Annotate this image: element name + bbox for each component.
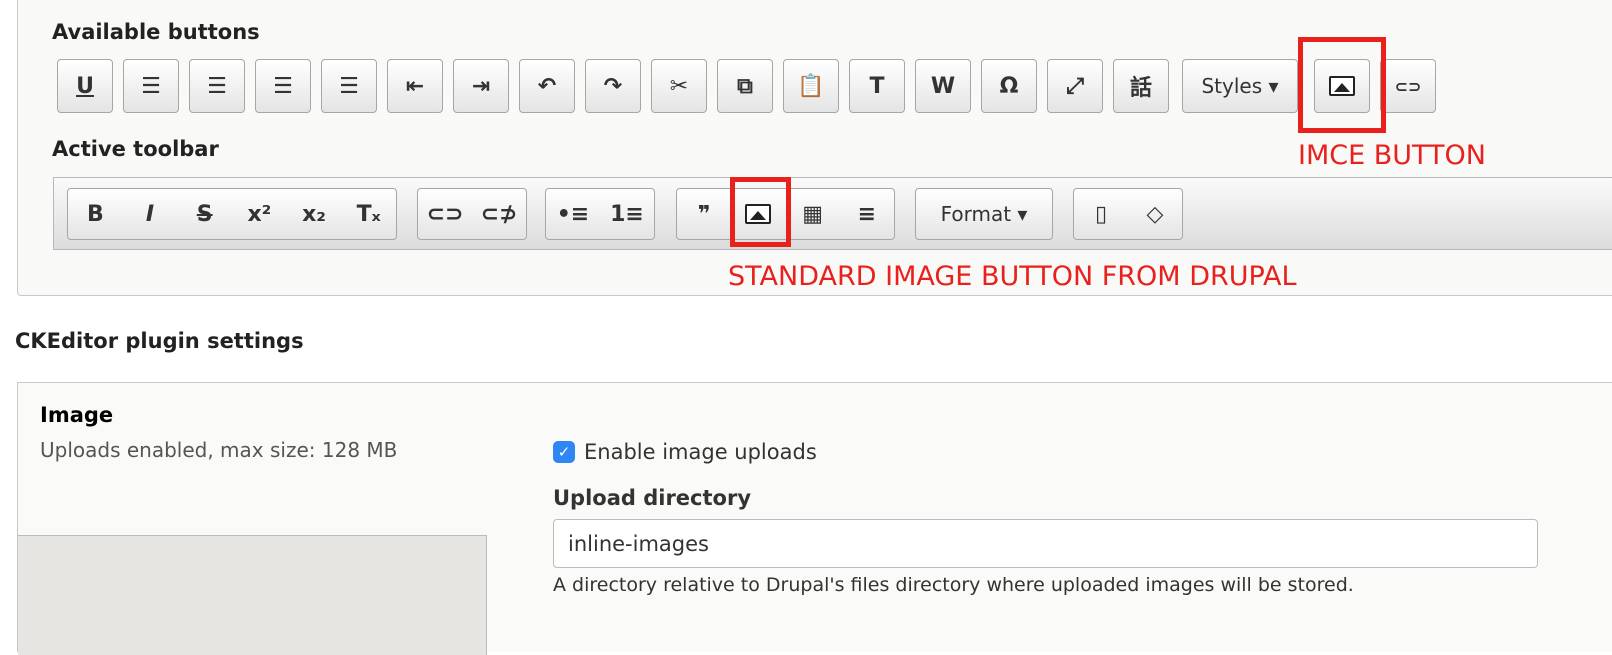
toolbar-button[interactable]: ⊂⊅ bbox=[472, 189, 526, 239]
underline-icon: U bbox=[76, 73, 94, 99]
toolbar-button[interactable]: ❞ bbox=[677, 189, 731, 239]
upload-directory-input[interactable]: inline-images bbox=[553, 519, 1538, 568]
toolbar-group: ▯ ◇ bbox=[1073, 188, 1183, 240]
enable-uploads-checkbox[interactable]: ✓ bbox=[553, 441, 575, 463]
toolbar-button[interactable]: x₂ bbox=[287, 189, 342, 239]
toolbar-group: ⊂⊃ ⊂⊅ bbox=[417, 188, 527, 240]
special-char-icon: Ω bbox=[999, 73, 1019, 99]
special-char-button[interactable]: Ω bbox=[981, 59, 1037, 113]
paste-word-icon: W bbox=[930, 73, 956, 99]
link-icon: ⊂⊃ bbox=[1394, 76, 1422, 96]
underline-button[interactable]: U bbox=[57, 59, 113, 113]
imce-annotation: IMCE BUTTON bbox=[1298, 140, 1486, 171]
vertical-tab-image[interactable]: Image Uploads enabled, max size: 128 MB bbox=[18, 383, 487, 535]
paste-text-button[interactable]: T bbox=[849, 59, 905, 113]
toolbar-button[interactable]: I bbox=[123, 189, 178, 239]
paste-text-icon: T bbox=[869, 73, 885, 99]
plugin-settings-heading: CKEditor plugin settings bbox=[15, 329, 304, 353]
vertical-tabs-menu-bg bbox=[18, 535, 487, 655]
enable-uploads-row: ✓ Enable image uploads bbox=[553, 440, 817, 464]
align-left-button[interactable]: ☰ bbox=[123, 59, 179, 113]
indent-icon: ⇥ bbox=[471, 73, 491, 99]
toolbar-button[interactable]: Tₓ bbox=[341, 189, 396, 239]
cut-button[interactable]: ✂ bbox=[651, 59, 707, 113]
toolbar-group: Format ▾ bbox=[915, 188, 1053, 240]
toolbar-group: B I Sx² x₂ Tₓ bbox=[67, 188, 397, 240]
undo-icon: ↶ bbox=[537, 73, 557, 99]
standard-image-highlight-box bbox=[730, 177, 791, 247]
language-button[interactable]: 話 bbox=[1113, 59, 1169, 113]
align-left-icon: ☰ bbox=[141, 73, 161, 99]
maximize-button[interactable]: ⤢ bbox=[1047, 59, 1103, 113]
upload-directory-label: Upload directory bbox=[553, 486, 752, 510]
toolbar-button[interactable]: 1≡ bbox=[600, 189, 654, 239]
toolbar-button[interactable]: ◇ bbox=[1128, 189, 1182, 239]
maximize-icon: ⤢ bbox=[1066, 73, 1084, 99]
justify-icon: ☰ bbox=[339, 73, 359, 99]
toolbar-group: •≡ 1≡ bbox=[545, 188, 655, 240]
redo-icon: ↷ bbox=[603, 73, 623, 99]
justify-button[interactable]: ☰ bbox=[321, 59, 377, 113]
toolbar-button[interactable]: B bbox=[68, 189, 123, 239]
styles-button[interactable]: Styles ▾ bbox=[1182, 59, 1298, 113]
indent-button[interactable]: ⇥ bbox=[453, 59, 509, 113]
align-right-icon: ☰ bbox=[273, 73, 293, 99]
standard-annotation: STANDARD IMAGE BUTTON FROM DRUPAL bbox=[728, 261, 1297, 292]
paste-word-button[interactable]: W bbox=[915, 59, 971, 113]
toolbar-button[interactable]: Format ▾ bbox=[916, 189, 1052, 239]
align-center-icon: ☰ bbox=[207, 73, 227, 99]
toolbar-button[interactable]: ⊂⊃ bbox=[418, 189, 472, 239]
undo-button[interactable]: ↶ bbox=[519, 59, 575, 113]
toolbar-button[interactable]: ▯ bbox=[1074, 189, 1128, 239]
upload-directory-description: A directory relative to Drupal's files d… bbox=[553, 574, 1354, 596]
outdent-icon: ⇤ bbox=[405, 73, 425, 99]
paste-icon: 📋 bbox=[797, 73, 825, 99]
imce-highlight-box bbox=[1298, 37, 1386, 133]
toolbar-button[interactable]: ▦ bbox=[786, 189, 840, 239]
toolbar-button[interactable]: x² bbox=[232, 189, 287, 239]
toolbar-button[interactable]: ≡ bbox=[840, 189, 894, 239]
toolbar-button[interactable]: •≡ bbox=[546, 189, 600, 239]
link-button[interactable]: ⊂⊃ bbox=[1380, 59, 1436, 113]
tab-title: Image bbox=[40, 403, 114, 427]
toolbar-button[interactable]: S bbox=[177, 189, 232, 239]
enable-uploads-label: Enable image uploads bbox=[584, 440, 817, 464]
redo-button[interactable]: ↷ bbox=[585, 59, 641, 113]
active-toolbar-heading: Active toolbar bbox=[52, 137, 219, 161]
copy-icon: ⧉ bbox=[737, 73, 753, 99]
language-icon: 話 bbox=[1129, 76, 1152, 101]
outdent-button[interactable]: ⇤ bbox=[387, 59, 443, 113]
align-right-button[interactable]: ☰ bbox=[255, 59, 311, 113]
tab-summary: Uploads enabled, max size: 128 MB bbox=[40, 438, 398, 462]
align-center-button[interactable]: ☰ bbox=[189, 59, 245, 113]
available-buttons-heading: Available buttons bbox=[52, 20, 260, 44]
copy-button[interactable]: ⧉ bbox=[717, 59, 773, 113]
cut-icon: ✂ bbox=[669, 73, 689, 99]
paste-button[interactable]: 📋 bbox=[783, 59, 839, 113]
